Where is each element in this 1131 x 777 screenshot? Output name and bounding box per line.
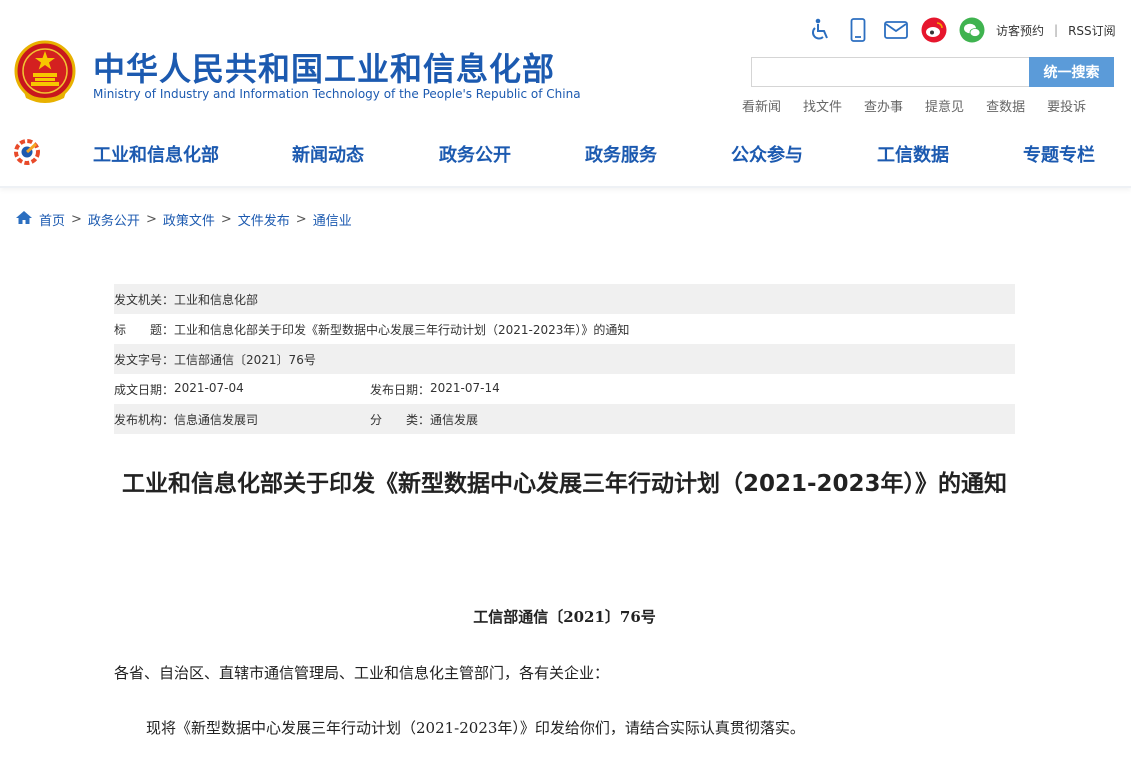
breadcrumb-sep-icon: > bbox=[220, 212, 232, 227]
created-date-label: 成文日期： bbox=[114, 382, 175, 397]
breadcrumb-gov-affairs[interactable]: 政务公开 bbox=[88, 210, 140, 229]
weibo-icon[interactable] bbox=[920, 16, 948, 44]
category-value: 通信发展 bbox=[430, 412, 479, 427]
mobile-icon[interactable] bbox=[844, 16, 872, 44]
info-row-dates: 成文日期： 2021-07-04 发布日期： 2021-07-14 bbox=[114, 374, 1015, 404]
breadcrumb-sep-icon: > bbox=[295, 212, 307, 227]
quick-link-feedback[interactable]: 提意见 bbox=[925, 96, 964, 115]
document-info-table: 发文机关： 工业和信息化部 标 题： 工业和信息化部关于印发《新型数据中心发展三年行… bbox=[114, 284, 1015, 434]
article-doc-number: 工信部通信〔2021〕76号 bbox=[473, 608, 656, 626]
miit-gear-icon[interactable] bbox=[12, 138, 42, 166]
utility-bar: 访客预约 | RSS订阅 bbox=[806, 16, 1116, 44]
title-label: 标 题： bbox=[114, 322, 175, 337]
article-salutation: 各省、自治区、直辖市通信管理局、工业和信息化主管部门，各有关企业： bbox=[114, 664, 610, 682]
nav-item-news[interactable]: 新闻动态 bbox=[292, 141, 364, 167]
home-icon[interactable] bbox=[15, 210, 33, 229]
wechat-icon[interactable] bbox=[958, 16, 986, 44]
docno-value: 工信部通信〔2021〕76号 bbox=[174, 352, 316, 367]
quick-link-services[interactable]: 查办事 bbox=[864, 96, 903, 115]
search-input[interactable] bbox=[751, 57, 1029, 87]
info-row-docno: 发文字号： 工信部通信〔2021〕76号 bbox=[114, 344, 1015, 374]
rss-subscribe-link[interactable]: RSS订阅 bbox=[1068, 22, 1116, 39]
article-body-paragraph: 现将《新型数据中心发展三年行动计划（2021-2023年）》印发给你们，请结合实… bbox=[146, 719, 805, 737]
category-label: 分 类： bbox=[370, 412, 431, 427]
mail-icon[interactable] bbox=[882, 16, 910, 44]
article-title: 工业和信息化部关于印发《新型数据中心发展三年行动计划（2021-2023年）》的… bbox=[121, 471, 1008, 497]
info-row-org: 发布机构： 信息通信发展司 分 类： 通信发展 bbox=[114, 404, 1015, 434]
title-value: 工业和信息化部关于印发《新型数据中心发展三年行动计划（2021-2023年）》的… bbox=[174, 322, 630, 337]
created-date-value: 2021-07-04 bbox=[174, 380, 244, 395]
breadcrumb-policy[interactable]: 政策文件 bbox=[163, 210, 215, 229]
info-row-title: 标 题： 工业和信息化部关于印发《新型数据中心发展三年行动计划（2021-2023… bbox=[114, 314, 1015, 344]
breadcrumb-home[interactable]: 首页 bbox=[39, 210, 65, 229]
nav-item-topics[interactable]: 专题专栏 bbox=[1023, 141, 1095, 167]
util-separator: | bbox=[1054, 23, 1059, 37]
quick-link-complaint[interactable]: 要投诉 bbox=[1047, 96, 1086, 115]
breadcrumb-sep-icon: > bbox=[145, 212, 157, 227]
accessibility-icon[interactable] bbox=[806, 16, 834, 44]
published-date-value: 2021-07-14 bbox=[430, 380, 500, 395]
org-label: 发布机构： bbox=[114, 412, 175, 427]
quick-links: 看新闻 找文件 查办事 提意见 查数据 要投诉 bbox=[742, 96, 1086, 115]
breadcrumb-telecom[interactable]: 通信业 bbox=[313, 210, 352, 229]
nav-item-ministry[interactable]: 工业和信息化部 bbox=[93, 141, 219, 167]
quick-link-files[interactable]: 找文件 bbox=[803, 96, 842, 115]
info-row-issuer: 发文机关： 工业和信息化部 bbox=[114, 284, 1015, 314]
quick-link-data[interactable]: 查数据 bbox=[986, 96, 1025, 115]
quick-link-news[interactable]: 看新闻 bbox=[742, 96, 781, 115]
nav-item-gov-affairs[interactable]: 政务公开 bbox=[439, 141, 511, 167]
breadcrumb-sep-icon: > bbox=[71, 212, 82, 227]
nav-item-public[interactable]: 公众参与 bbox=[731, 141, 803, 167]
docno-label: 发文字号： bbox=[114, 352, 175, 367]
nav-item-data[interactable]: 工信数据 bbox=[877, 141, 949, 167]
issuer-value: 工业和信息化部 bbox=[174, 292, 259, 307]
search-button[interactable]: 统一搜索 bbox=[1029, 57, 1114, 87]
org-value: 信息通信发展司 bbox=[174, 412, 259, 427]
issuer-label: 发文机关： bbox=[114, 292, 175, 307]
nav-item-gov-services[interactable]: 政务服务 bbox=[585, 141, 657, 167]
published-date-label: 发布日期： bbox=[370, 382, 431, 397]
ministry-name-en: Ministry of Industry and Information Tec… bbox=[93, 87, 581, 101]
visitor-appointment-link[interactable]: 访客预约 bbox=[996, 22, 1044, 39]
main-nav: 工业和信息化部 新闻动态 政务公开 政务服务 公众参与 工信数据 专题专栏 bbox=[0, 126, 1131, 188]
national-emblem-logo[interactable] bbox=[14, 40, 76, 106]
breadcrumb: 首页 > 政务公开 > 政策文件 > 文件发布 > 通信业 bbox=[15, 210, 352, 229]
breadcrumb-file-release[interactable]: 文件发布 bbox=[238, 210, 290, 229]
ministry-name-cn: 中华人民共和国工业和信息化部 bbox=[93, 50, 556, 88]
